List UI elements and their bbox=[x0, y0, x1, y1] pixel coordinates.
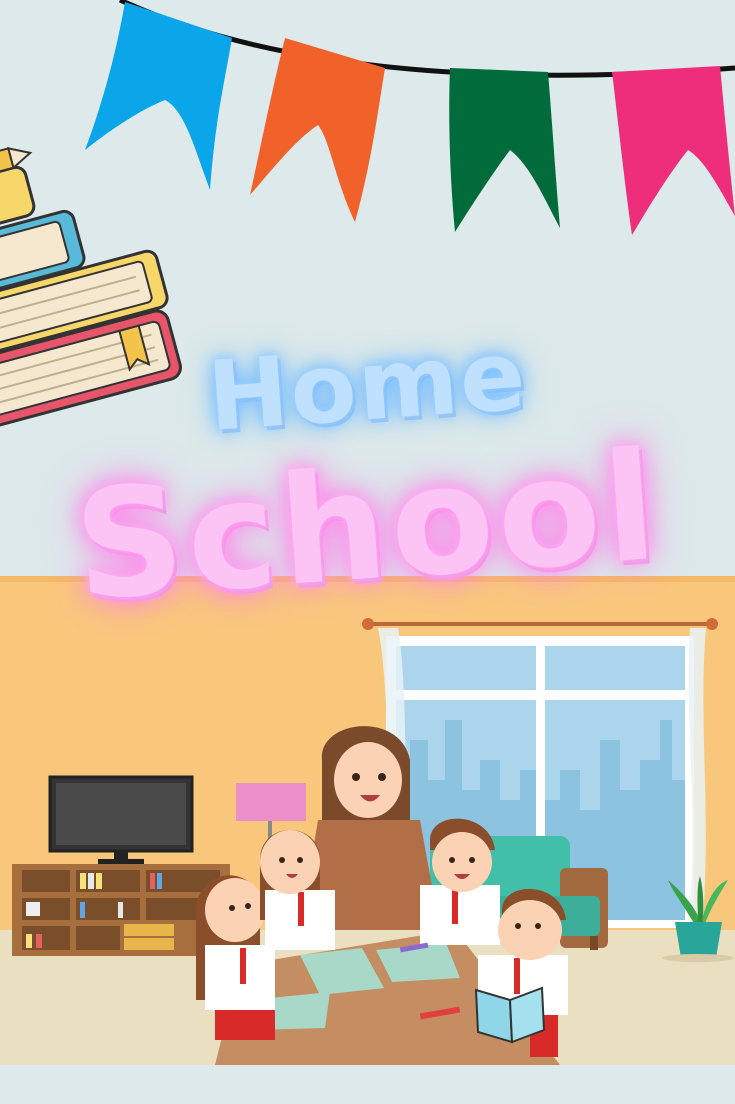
poster: Home School bbox=[0, 0, 735, 1104]
television bbox=[48, 775, 194, 864]
